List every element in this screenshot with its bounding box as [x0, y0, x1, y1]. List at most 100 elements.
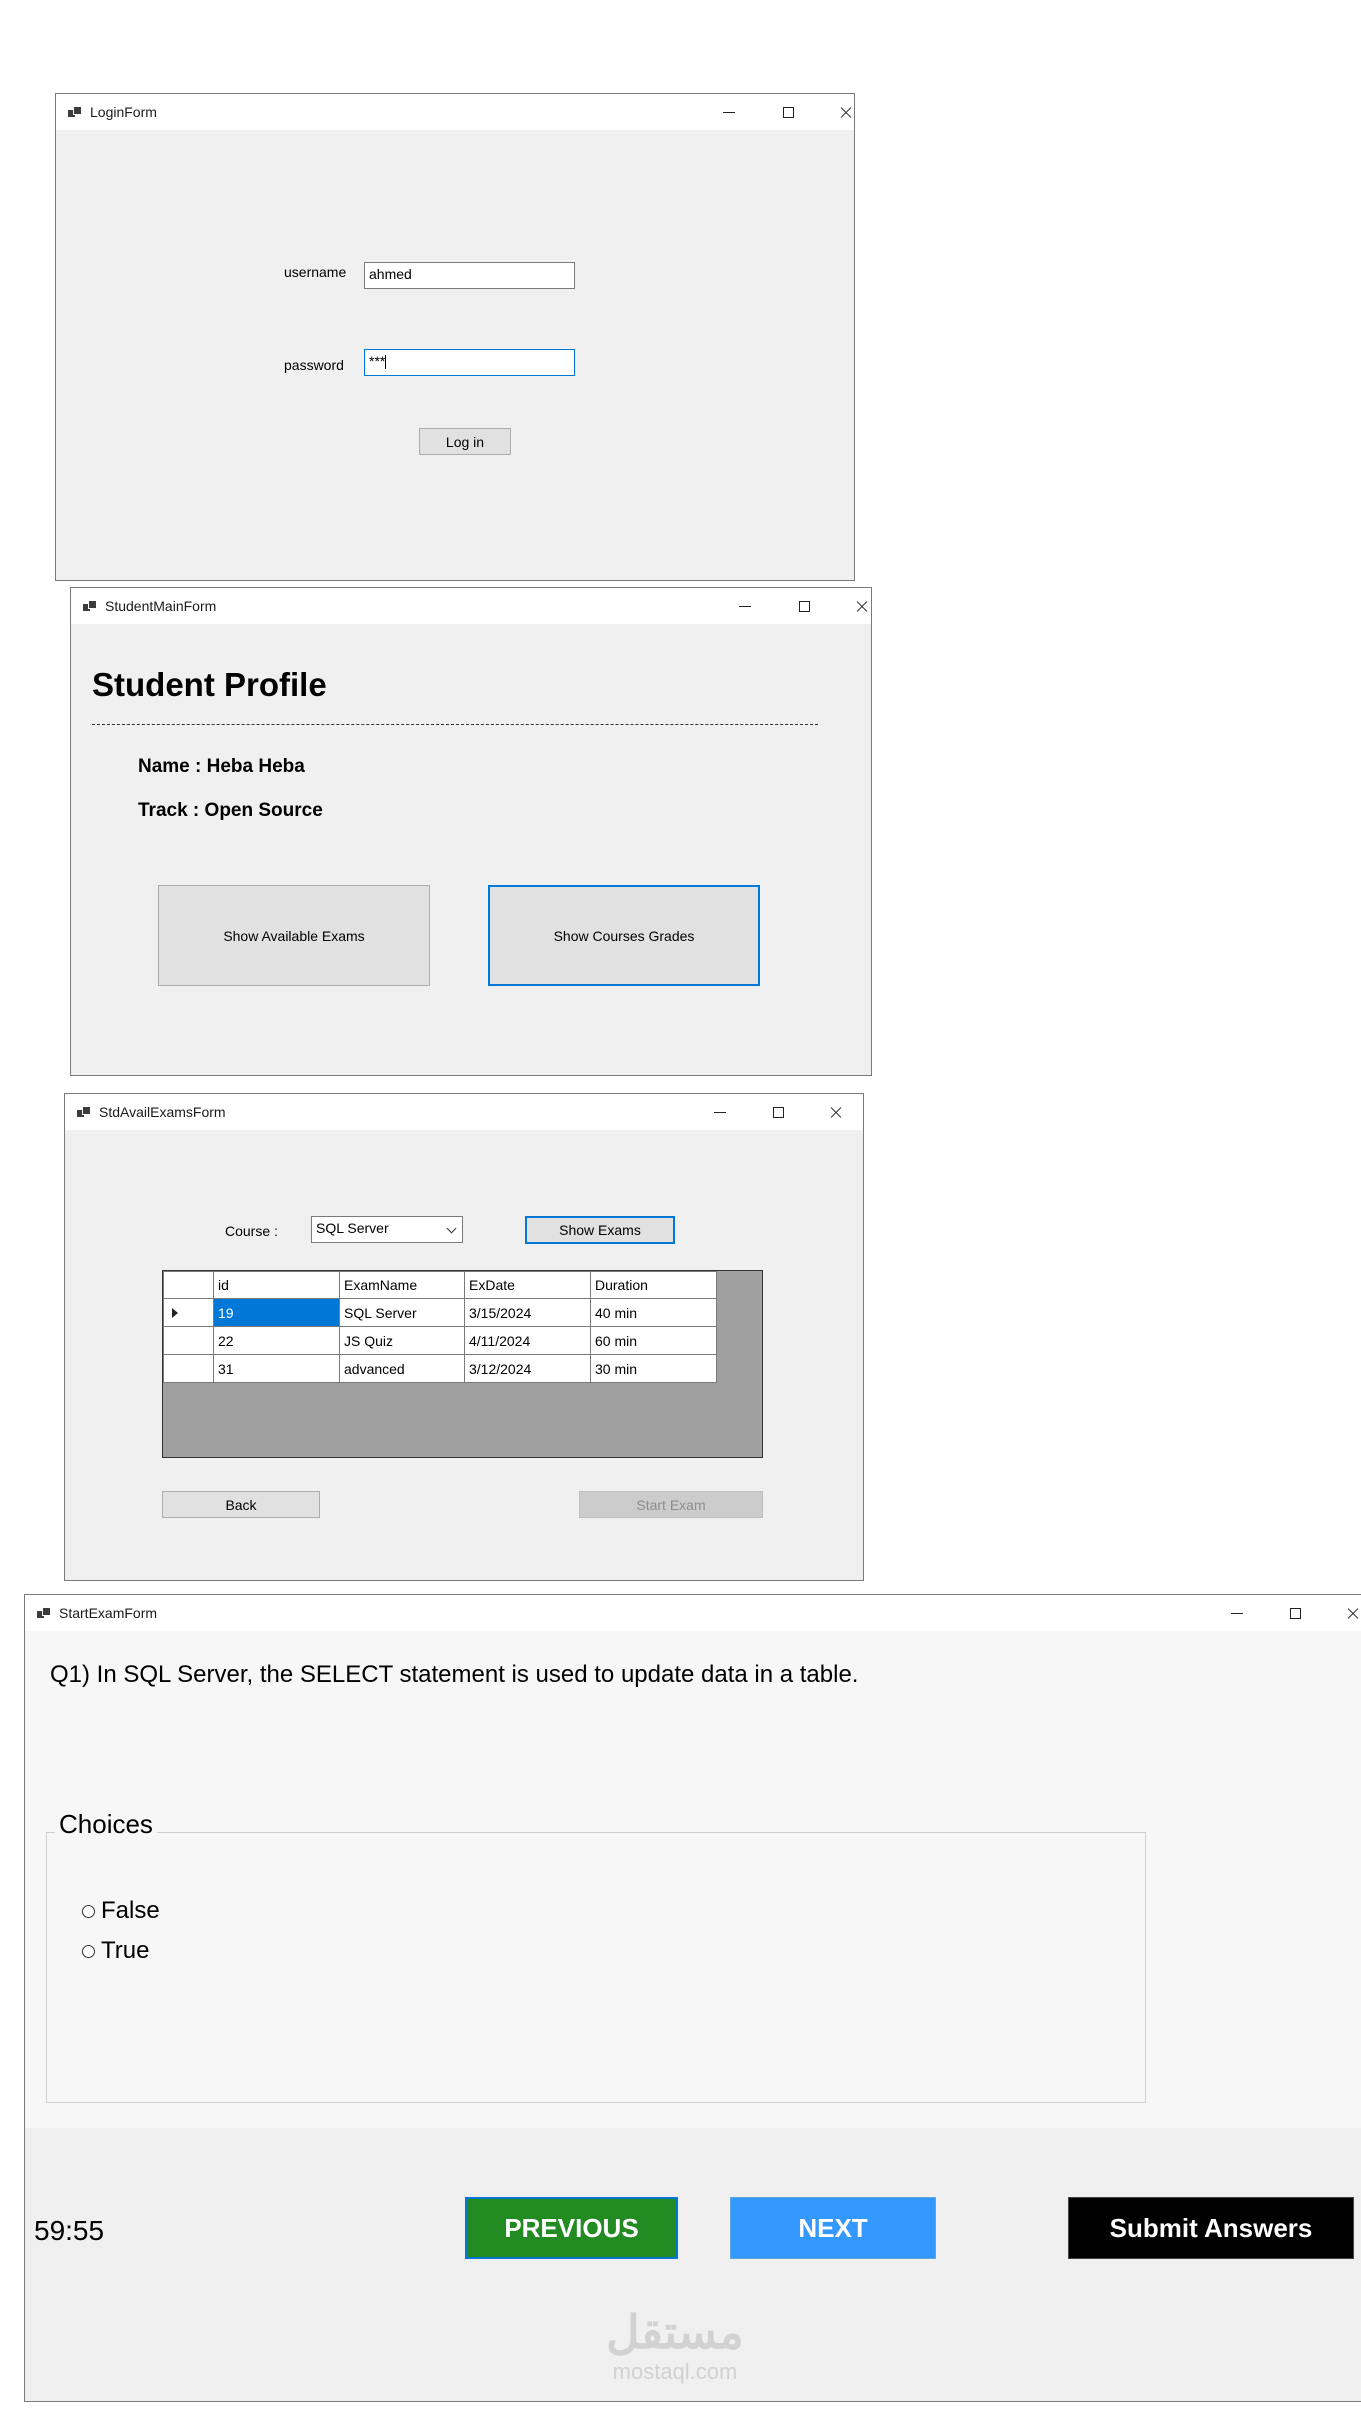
- login-window-title: LoginForm: [90, 104, 157, 120]
- text-caret: [385, 355, 387, 370]
- table-cell[interactable]: 40 min: [590, 1298, 717, 1327]
- table-cell[interactable]: 3/12/2024: [464, 1354, 591, 1383]
- table-cell[interactable]: JS Quiz: [339, 1326, 465, 1355]
- table-row[interactable]: 22 JS Quiz 4/11/2024 60 min: [163, 1326, 717, 1355]
- maximize-icon: [782, 106, 794, 118]
- current-row-arrow-icon: [172, 1307, 178, 1318]
- table-row[interactable]: 19 SQL Server 3/15/2024 40 min: [163, 1298, 717, 1327]
- maximize-button[interactable]: [781, 588, 827, 624]
- question-area: Q1) In SQL Server, the SELECT statement …: [25, 1631, 1361, 2128]
- submit-answers-button[interactable]: Submit Answers: [1068, 2197, 1354, 2259]
- minimize-icon: [1231, 1612, 1243, 1614]
- app-form-icon: [37, 1607, 51, 1619]
- minimize-icon: [714, 1111, 726, 1113]
- table-cell[interactable]: 19: [213, 1298, 340, 1327]
- course-selected-value: SQL Server: [316, 1220, 389, 1236]
- close-icon: [839, 105, 853, 119]
- username-label: username: [284, 264, 347, 280]
- choice-false-option[interactable]: False: [82, 1897, 160, 1925]
- table-cell[interactable]: 4/11/2024: [464, 1326, 591, 1355]
- close-button[interactable]: [1330, 1595, 1361, 1631]
- minimize-button[interactable]: [1214, 1595, 1260, 1631]
- student-main-form-window: StudentMainForm Student Profile Name : H…: [70, 587, 872, 1076]
- close-button[interactable]: [813, 1094, 859, 1130]
- close-button[interactable]: [839, 588, 871, 624]
- app-form-icon: [83, 600, 97, 612]
- login-title-bar[interactable]: LoginForm: [56, 94, 854, 130]
- countdown-timer: 59:55: [34, 2215, 105, 2246]
- maximize-icon: [772, 1106, 784, 1118]
- table-cell[interactable]: 30 min: [590, 1354, 717, 1383]
- column-header[interactable]: ExamName: [339, 1271, 465, 1299]
- login-form-window: LoginForm username ahmed password *** Lo…: [55, 93, 855, 581]
- table-cell[interactable]: 31: [213, 1354, 340, 1383]
- avail-exams-form-window: StdAvailExamsForm Course : SQL Server Sh…: [64, 1093, 864, 1581]
- back-button[interactable]: Back: [162, 1491, 320, 1518]
- show-available-exams-button[interactable]: Show Available Exams: [158, 885, 430, 986]
- avail-exams-title-bar[interactable]: StdAvailExamsForm: [65, 1094, 863, 1130]
- avail-exams-window-title: StdAvailExamsForm: [99, 1104, 226, 1120]
- student-main-title-bar[interactable]: StudentMainForm: [71, 588, 871, 624]
- watermark-latin-text: mostaql.com: [612, 2359, 738, 2384]
- choice-label: True: [101, 1937, 150, 1964]
- start-exam-title-bar[interactable]: StartExamForm: [25, 1595, 1361, 1631]
- exams-grid[interactable]: id ExamName ExDate Duration 19 SQL Serve…: [162, 1270, 763, 1458]
- previous-button[interactable]: PREVIOUS: [465, 2197, 678, 2259]
- table-cell[interactable]: advanced: [339, 1354, 465, 1383]
- minimize-button[interactable]: [706, 94, 752, 130]
- password-input[interactable]: ***: [364, 349, 575, 376]
- minimize-button[interactable]: [697, 1094, 743, 1130]
- profile-heading: Student Profile: [92, 666, 327, 703]
- app-form-icon: [77, 1106, 91, 1118]
- screenshot-canvas: { "login_form": { "title": "LoginForm", …: [0, 0, 1361, 2432]
- table-cell[interactable]: 3/15/2024: [464, 1298, 591, 1327]
- choices-groupbox: Choices False True: [46, 1809, 1146, 2103]
- row-header[interactable]: [163, 1298, 214, 1327]
- mostaql-watermark: مستقل mostaql.com: [585, 2305, 765, 2385]
- chevron-down-icon: [446, 1223, 457, 1234]
- start-exam-button: Start Exam: [579, 1491, 763, 1518]
- column-header[interactable]: id: [213, 1271, 340, 1299]
- show-exams-button[interactable]: Show Exams: [525, 1216, 675, 1244]
- maximize-button[interactable]: [755, 1094, 801, 1130]
- password-label: password: [284, 357, 344, 373]
- app-form-icon: [68, 106, 82, 118]
- start-exam-form-window: StartExamForm Q1) In SQL Server, the SEL…: [24, 1594, 1361, 2402]
- table-cell[interactable]: 22: [213, 1326, 340, 1355]
- maximize-button[interactable]: [765, 94, 811, 130]
- password-value: ***: [369, 353, 386, 369]
- username-input[interactable]: ahmed: [364, 262, 575, 289]
- row-header-corner: [163, 1271, 214, 1299]
- student-track: Track : Open Source: [138, 800, 323, 821]
- close-icon: [1346, 1606, 1360, 1620]
- next-button[interactable]: NEXT: [730, 2197, 936, 2259]
- row-header[interactable]: [163, 1326, 214, 1355]
- maximize-icon: [798, 600, 810, 612]
- column-header[interactable]: Duration: [590, 1271, 717, 1299]
- minimize-icon: [739, 605, 751, 607]
- table-cell[interactable]: SQL Server: [339, 1298, 465, 1327]
- minimize-button[interactable]: [722, 588, 768, 624]
- dashed-divider: [92, 724, 818, 725]
- student-main-window-title: StudentMainForm: [105, 598, 217, 614]
- maximize-icon: [1289, 1607, 1301, 1619]
- radio-button[interactable]: [82, 1904, 95, 1918]
- table-cell[interactable]: 60 min: [590, 1326, 717, 1355]
- login-button[interactable]: Log in: [419, 428, 511, 455]
- start-exam-window-title: StartExamForm: [59, 1605, 158, 1621]
- course-label: Course :: [225, 1223, 278, 1239]
- student-name: Name : Heba Heba: [138, 756, 305, 777]
- choice-label: False: [101, 1897, 160, 1924]
- radio-button[interactable]: [82, 1944, 95, 1958]
- column-header[interactable]: ExDate: [464, 1271, 591, 1299]
- close-button[interactable]: [823, 94, 854, 130]
- table-row[interactable]: 31 advanced 3/12/2024 30 min: [163, 1354, 717, 1383]
- course-select[interactable]: SQL Server: [311, 1216, 463, 1243]
- question-text: Q1) In SQL Server, the SELECT statement …: [50, 1661, 859, 1688]
- row-header[interactable]: [163, 1354, 214, 1383]
- choices-label: Choices: [55, 1809, 157, 1840]
- show-courses-grades-button[interactable]: Show Courses Grades: [488, 885, 760, 986]
- maximize-button[interactable]: [1272, 1595, 1318, 1631]
- exams-table: id ExamName ExDate Duration 19 SQL Serve…: [163, 1271, 717, 1383]
- choice-true-option[interactable]: True: [82, 1937, 149, 1965]
